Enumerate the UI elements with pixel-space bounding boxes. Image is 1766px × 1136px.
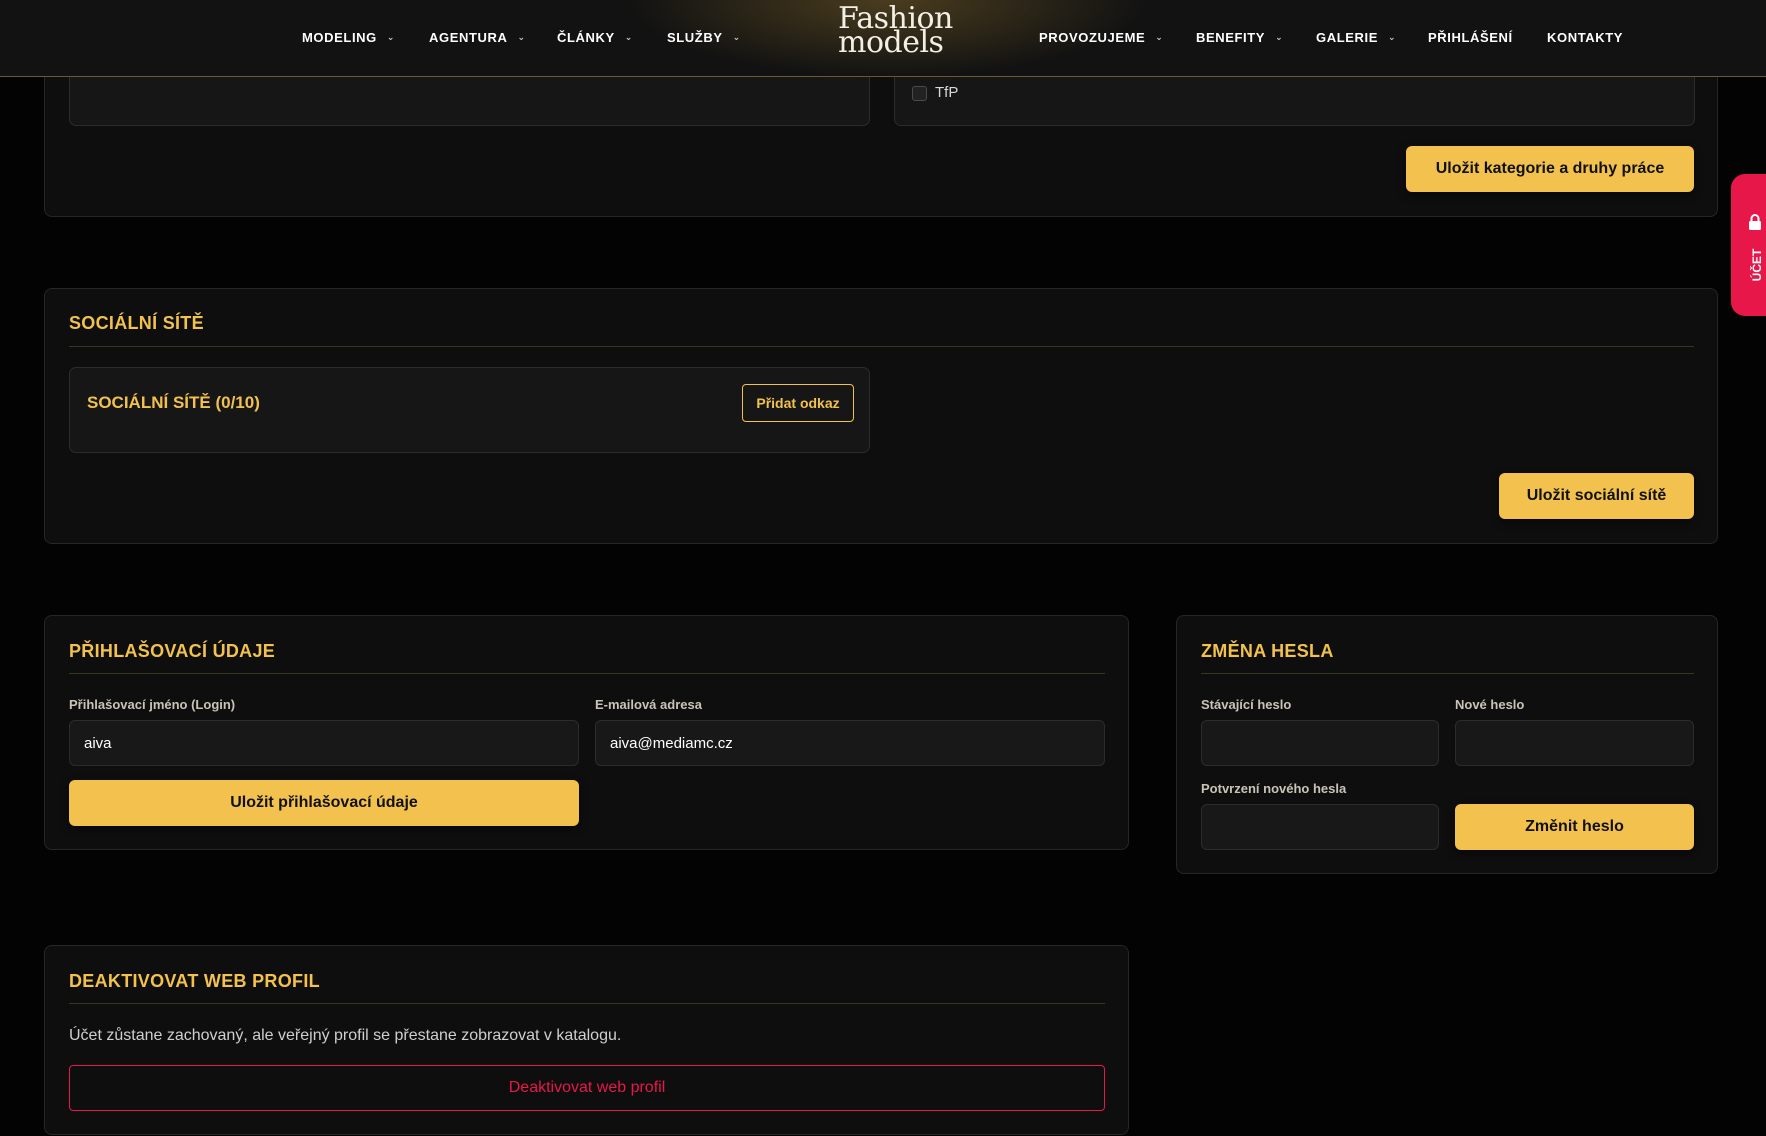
save-social-networks-button[interactable]: Uložit sociální sítě	[1499, 473, 1694, 519]
chevron-down-icon: ⌄	[624, 32, 633, 42]
social-networks-count: SOCIÁLNÍ SÍTĚ (0/10)	[87, 393, 260, 412]
nav-label: GALERIE	[1316, 30, 1378, 45]
nav-label: PROVOZUJEME	[1039, 30, 1146, 45]
deactivate-profile-button[interactable]: Deaktivovat web profil	[69, 1065, 1105, 1111]
nav-item-kontakty[interactable]: KONTAKTY	[1547, 30, 1623, 45]
account-side-tab[interactable]: ÚČET	[1731, 174, 1766, 316]
top-navigation: MODELING ⌄ AGENTURA ⌄ ČLÁNKY ⌄ SLUŽBY ⌄ Fash…	[0, 0, 1766, 77]
nav-label: ČLÁNKY	[557, 30, 615, 45]
deactivate-profile-panel: DEAKTIVOVAT WEB PROFIL Účet zůstane zach…	[44, 945, 1129, 1135]
email-input[interactable]: aiva@mediamc.cz	[595, 720, 1105, 766]
nav-label: PŘIHLÁŠENÍ	[1428, 30, 1513, 45]
login-details-title: PŘIHLAŠOVACÍ ÚDAJE	[69, 641, 276, 661]
social-networks-title: SOCIÁLNÍ SÍTĚ	[69, 313, 204, 333]
change-password-title: ZMĚNA HESLA	[1201, 641, 1334, 661]
new-password-input[interactable]	[1455, 720, 1694, 766]
username-input[interactable]: aiva	[69, 720, 579, 766]
nav-item-modeling[interactable]: MODELING ⌄	[302, 30, 395, 45]
chevron-down-icon: ⌄	[1387, 32, 1397, 42]
divider	[1201, 673, 1694, 674]
new-password-label: Nové heslo	[1455, 697, 1525, 712]
nav-label: KONTAKTY	[1547, 30, 1624, 45]
account-tab-label: ÚČET	[1750, 248, 1764, 282]
login-details-panel: PŘIHLAŠOVACÍ ÚDAJE Přihlašovací jméno (L…	[44, 615, 1129, 850]
divider	[69, 1003, 1105, 1004]
deactivate-profile-title: DEAKTIVOVAT WEB PROFIL	[69, 971, 320, 991]
social-networks-panel: SOCIÁLNÍ SÍTĚ SOCIÁLNÍ SÍTĚ (0/10) Přida…	[44, 288, 1718, 544]
logo-line-2: models	[838, 25, 944, 60]
nav-item-sluzby[interactable]: SLUŽBY ⌄	[667, 30, 741, 45]
username-label: Přihlašovací jméno (Login)	[69, 697, 236, 712]
chevron-down-icon: ⌄	[1275, 32, 1284, 42]
nav-label: BENEFITY	[1196, 30, 1266, 45]
nav-item-clanky[interactable]: ČLÁNKY ⌄	[557, 30, 633, 45]
nav-item-provozujeme[interactable]: PROVOZUJEME ⌄	[1039, 30, 1163, 45]
divider	[69, 346, 1694, 347]
nav-item-prihlaseni[interactable]: PŘIHLÁŠENÍ	[1428, 30, 1513, 45]
chevron-down-icon: ⌄	[386, 32, 396, 42]
social-networks-box: SOCIÁLNÍ SÍTĚ (0/10) Přidat odkaz	[69, 367, 870, 453]
email-label: E-mailová adresa	[595, 697, 702, 712]
change-password-button[interactable]: Změnit heslo	[1455, 804, 1694, 850]
current-password-label: Stávající heslo	[1201, 697, 1292, 712]
chevron-down-icon: ⌄	[732, 32, 741, 42]
site-logo[interactable]: Fashion models	[838, 4, 953, 60]
add-link-button[interactable]: Přidat odkaz	[742, 384, 854, 422]
confirm-password-input[interactable]	[1201, 804, 1439, 850]
divider	[69, 673, 1105, 674]
current-password-input[interactable]	[1201, 720, 1439, 766]
chevron-down-icon: ⌄	[517, 32, 526, 42]
save-login-button[interactable]: Uložit přihlašovací údaje	[69, 780, 579, 826]
change-password-panel: ZMĚNA HESLA Stávající heslo Nové heslo P…	[1176, 615, 1718, 874]
deactivate-description: Účet zůstane zachovaný, ale veřejný prof…	[69, 1027, 622, 1044]
nav-item-agentura[interactable]: AGENTURA ⌄	[429, 30, 526, 45]
tfp-checkbox[interactable]	[912, 86, 927, 101]
chevron-down-icon: ⌄	[1155, 32, 1164, 42]
tfp-checkbox-label: TfP	[935, 84, 959, 101]
lock-icon	[1748, 214, 1762, 235]
confirm-password-label: Potvrzení nového hesla	[1201, 781, 1347, 796]
nav-label: SLUŽBY	[667, 30, 723, 45]
nav-item-galerie[interactable]: GALERIE ⌄	[1316, 30, 1396, 45]
nav-label: MODELING	[302, 30, 377, 45]
nav-label: AGENTURA	[429, 30, 508, 45]
nav-item-benefity[interactable]: BENEFITY ⌄	[1196, 30, 1283, 45]
save-categories-button[interactable]: Uložit kategorie a druhy práce	[1406, 146, 1694, 192]
